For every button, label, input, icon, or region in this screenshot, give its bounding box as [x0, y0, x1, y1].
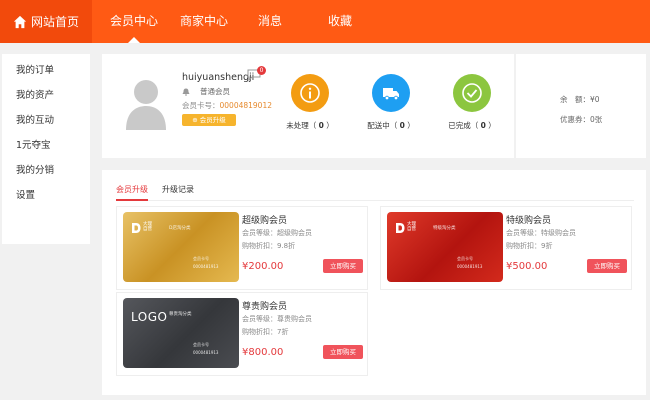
status-circle [372, 74, 410, 112]
buy-now-button[interactable]: 立即购买 [323, 345, 363, 359]
nav-home-label: 网站首页 [30, 15, 79, 29]
card-level: 会员等级：尊贵购会员 [242, 315, 312, 323]
card-price: ¥200.00 [242, 261, 284, 272]
card-price: ¥500.00 [506, 261, 548, 272]
card-level: 会员等级：超级购会员 [242, 229, 312, 237]
balance-row: 余 额：¥0 [560, 95, 600, 104]
coupon-value: 0张 [590, 115, 603, 124]
tab-active-indicator [116, 199, 148, 201]
card-title: 超级购会员 [242, 216, 288, 226]
card-number-label: 会员卡号 [193, 256, 209, 261]
sidebar-item-orders[interactable]: 我的订单 [16, 62, 54, 76]
card-price: ¥800.00 [242, 347, 284, 358]
card-image-red: 大理 自营 特级淘分类 会员卡号 0000481913 [387, 212, 503, 282]
top-nav: 网站首页 会员中心 商家中心 消息 收藏 [0, 0, 650, 43]
sidebar-item-settings[interactable]: 设置 [16, 187, 35, 201]
card-discount: 购物折扣：7折 [242, 328, 289, 336]
card-number-row: 会员卡号：00004819012 [182, 100, 272, 111]
membership-card-super: 大理 自营 D店淘分类 会员卡号 0000481913 超级购会员 会员等级：超… [116, 206, 368, 290]
shop-logo-icon [396, 223, 405, 233]
tab-upgrade-records[interactable]: 升级记录 [162, 184, 194, 195]
buy-now-button[interactable]: 立即购买 [587, 259, 627, 273]
shop-logo-icon [132, 223, 141, 233]
card-image-dark: LOGO 尊贵淘分类 会员卡号 0000481913 [123, 298, 239, 368]
check-icon [462, 83, 482, 103]
card-number-label: 会员卡号 [193, 342, 209, 347]
tab-divider [116, 200, 634, 201]
tab-member-upgrade[interactable]: 会员升级 [116, 184, 148, 195]
username: huiyuanshengji [182, 72, 255, 83]
card-number-value: 0000481913 [193, 350, 219, 355]
membership-card-special: 大理 自营 特级淘分类 会员卡号 0000481913 特级购会员 会员等级：特… [380, 206, 632, 290]
nav-favorites[interactable]: 收藏 [326, 0, 354, 43]
message-badge: 0 [257, 66, 266, 75]
coupon-row: 优惠券：0张 [560, 115, 603, 124]
membership-card-premium: LOGO 尊贵淘分类 会员卡号 0000481913 尊贵购会员 会员等级：尊贵… [116, 292, 368, 376]
status-unprocessed[interactable]: 未处理（ 0 ） [280, 74, 340, 131]
card-number-value: 0000481913 [193, 264, 219, 269]
balance-value: ¥0 [590, 95, 600, 104]
member-upgrade-button[interactable]: ⊕ 会员升级 [182, 114, 236, 126]
card-image-gold: 大理 自营 D店淘分类 会员卡号 0000481913 [123, 212, 239, 282]
upgrade-panel: 会员升级 升级记录 大理 自营 D店淘分类 会员卡号 0000481913 超级… [102, 170, 646, 395]
card-shop-name: 尊贵淘分类 [169, 312, 192, 317]
home-icon [13, 15, 27, 28]
member-level-label: 普通会员 [200, 87, 230, 96]
status-circle [291, 74, 329, 112]
card-shop-name: D店淘分类 [169, 226, 191, 231]
profile-panel: huiyuanshengji 0 普通会员 会员卡号：00004819012 ⊕… [102, 54, 514, 158]
upgrade-icon: ⊕ [192, 116, 200, 124]
sidebar-item-interaction[interactable]: 我的互动 [16, 112, 54, 126]
status-completed[interactable]: 已完成（ 0 ） [442, 74, 502, 131]
bell-icon [182, 88, 190, 95]
status-delivering-label: 配送中（ 0 ） [367, 121, 415, 130]
status-delivering[interactable]: 配送中（ 0 ） [361, 74, 421, 131]
status-unprocessed-label: 未处理（ 0 ） [286, 121, 334, 130]
nav-merchant-center[interactable]: 商家中心 [180, 0, 228, 43]
truck-icon [383, 88, 399, 101]
card-level: 会员等级：特级购会员 [506, 229, 576, 237]
card-number-value: 0000481913 [457, 264, 483, 269]
card-number: 00004819012 [219, 101, 273, 110]
sidebar-item-distribution[interactable]: 我的分销 [16, 162, 54, 176]
nav-messages[interactable]: 消息 [256, 0, 284, 43]
sidebar-item-treasure[interactable]: 1元夺宝 [16, 137, 51, 151]
info-icon [300, 83, 320, 103]
status-completed-label: 已完成（ 0 ） [448, 121, 496, 130]
avatar[interactable] [122, 74, 170, 130]
card-number-label: 会员卡号 [457, 256, 473, 261]
status-circle [453, 74, 491, 112]
card-shop-name: 特级淘分类 [433, 226, 456, 231]
card-number-label: 会员卡号： [182, 101, 220, 110]
member-upgrade-label: 会员升级 [199, 116, 226, 124]
buy-now-button[interactable]: 立即购买 [323, 259, 363, 273]
card-title: 特级购会员 [506, 216, 552, 226]
nav-home[interactable]: 网站首页 [0, 0, 92, 43]
balance-panel: 余 额：¥0 优惠券：0张 [516, 54, 646, 158]
sidebar: 我的订单 我的资产 我的互动 1元夺宝 我的分销 设置 [2, 54, 90, 244]
sidebar-item-assets[interactable]: 我的资产 [16, 87, 54, 101]
member-level: 普通会员 [182, 86, 230, 97]
card-logo-text: LOGO [131, 310, 168, 324]
nav-member-center[interactable]: 会员中心 [110, 0, 158, 43]
card-title: 尊贵购会员 [242, 302, 288, 312]
shop-logo-text: 大理 自营 [407, 222, 416, 232]
card-discount: 购物折扣：9.8折 [242, 242, 296, 250]
card-discount: 购物折扣：9折 [506, 242, 553, 250]
shop-logo-text: 大理 自营 [143, 222, 152, 232]
